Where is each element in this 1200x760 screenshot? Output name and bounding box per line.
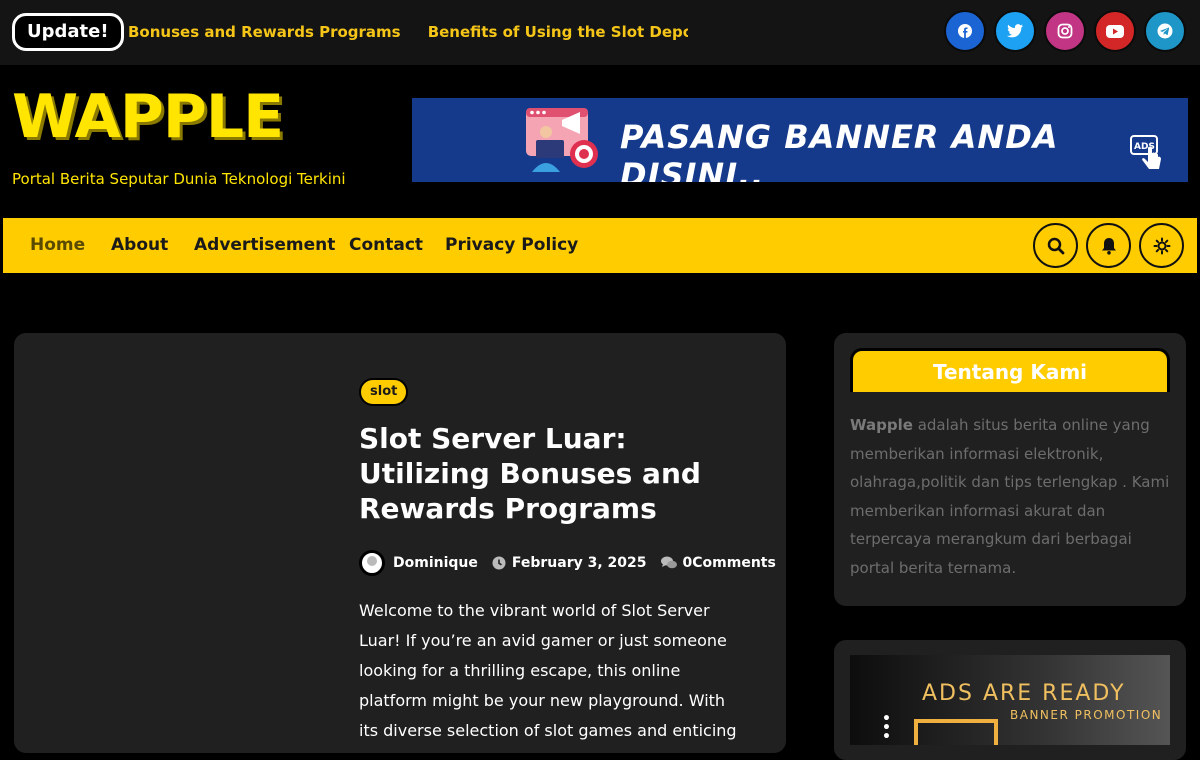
ad-frame-decoration [914,719,998,745]
post-excerpt: Welcome to the vibrant world of Slot Ser… [359,601,737,740]
bell-icon [1101,237,1116,255]
facebook-icon[interactable] [944,10,986,52]
ticker-link[interactable]: Bonuses and Rewards Programs [128,0,401,65]
about-brand: Wapple [850,416,913,434]
clock-icon [492,556,506,570]
post-card: slot Slot Server Luar: Utilizing Bonuses… [14,333,786,753]
social-links [944,10,1186,52]
post-date[interactable]: February 3, 2025 [512,555,647,571]
nav-item-about[interactable]: About [111,218,168,273]
category-badge[interactable]: slot [359,378,409,406]
notifications-button[interactable] [1086,223,1131,268]
nav-item-advertisement[interactable]: Advertisement [194,218,335,273]
ad-banner-image[interactable]: ADS ARE READY BANNER PROMOTION • • • [850,655,1170,745]
nav-item-privacy-policy[interactable]: Privacy Policy [445,218,578,273]
search-icon [1047,237,1064,254]
author-avatar [359,550,385,576]
comments-link[interactable]: 0Comments [683,555,776,571]
post-meta: Dominique February 3, 2025 0Comments [359,550,776,576]
site-tagline: Portal Berita Seputar Dunia Teknologi Te… [12,170,346,188]
about-description: adalah situs berita online yang memberik… [850,416,1170,577]
author-link[interactable]: Dominique [393,555,478,571]
youtube-icon[interactable] [1094,10,1136,52]
post-title[interactable]: Slot Server Luar: Utilizing Bonuses and … [359,421,749,526]
ticker-link[interactable]: Benefits of Using the Slot Depo 5000 Pa [428,0,688,65]
ad-banner-subtitle: BANNER PROMOTION [1010,708,1163,722]
ad-dots-decoration: • • • [882,711,891,745]
top-bar: Update! Bonuses and Rewards Programs Ben… [0,0,1200,65]
nav-item-home[interactable]: Home [30,218,85,273]
news-ticker: Bonuses and Rewards Programs Benefits of… [128,0,688,65]
twitter-icon[interactable] [994,10,1036,52]
theme-toggle-button[interactable] [1139,223,1184,268]
nav-item-contact[interactable]: Contact [349,218,423,273]
comments-icon [660,556,677,569]
about-widget-text: Wapple adalah situs berita online yang m… [850,411,1170,582]
search-button[interactable] [1033,223,1078,268]
banner-headline: PASANG BANNER ANDA DISINI.. [620,118,1059,182]
ad-banner-title: ADS ARE READY [922,681,1126,706]
ads-pointer-icon: ADS [1130,135,1161,169]
header-ad-banner[interactable]: PASANG BANNER ANDA DISINI.. ADS [412,98,1188,182]
sun-icon [1153,237,1170,254]
update-badge: Update! [12,13,124,51]
site-logo[interactable]: WAPPLE [12,82,284,152]
banner-illustration [526,108,598,172]
telegram-icon[interactable] [1144,10,1186,52]
about-widget-title: Tentang Kami [850,348,1170,392]
main-nav: Home About Advertisement Contact Privacy… [3,218,1197,273]
instagram-icon[interactable] [1044,10,1086,52]
about-widget: Tentang Kami Wapple adalah situs berita … [834,333,1186,606]
ad-widget: ADS ARE READY BANNER PROMOTION • • • [834,640,1186,760]
